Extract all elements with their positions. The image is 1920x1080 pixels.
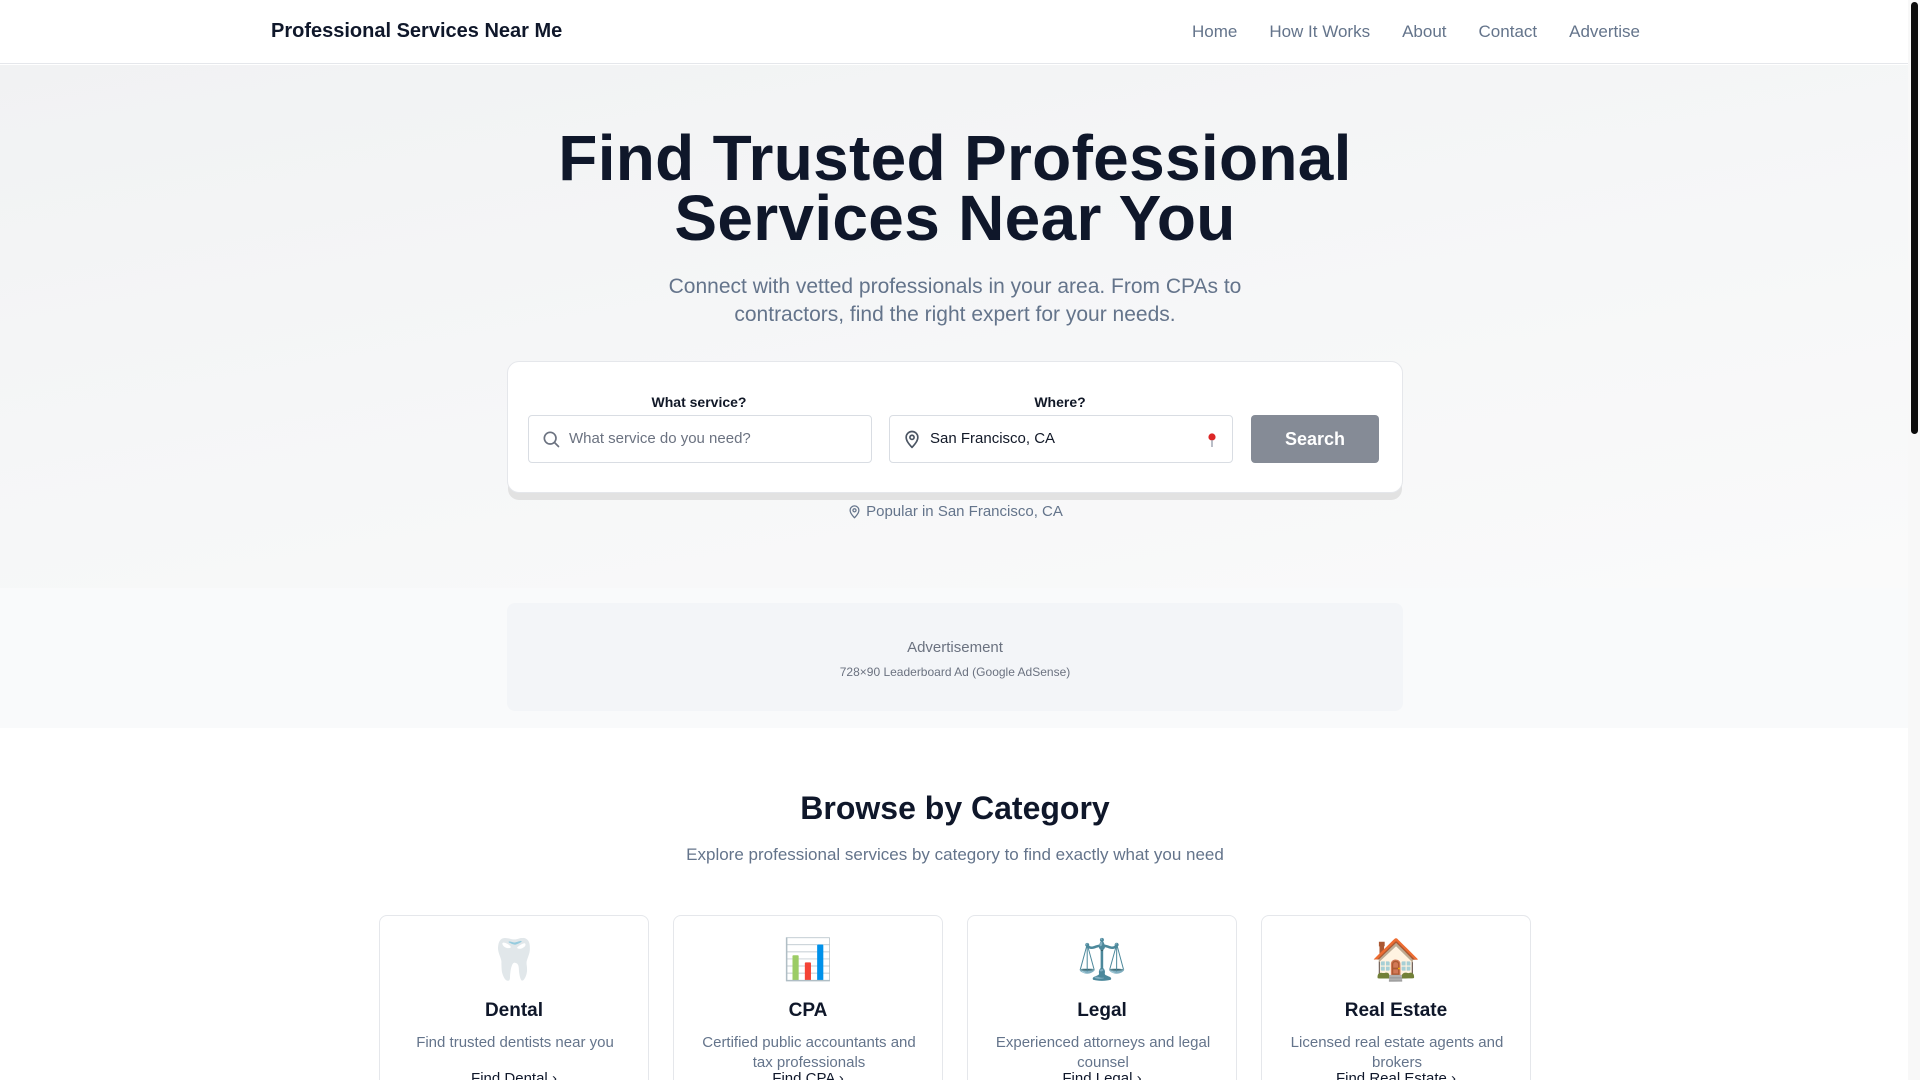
category-description: Experienced attorneys and legal counsel [995,1034,1211,1071]
category-link-label: Find Real Estate [1335,1070,1447,1080]
nav-contact[interactable]: Contact [1479,22,1538,42]
service-placeholder: What service do you need? [569,430,751,447]
category-link-label: Find Legal [1062,1070,1133,1080]
chevron-right-icon: › [1136,1070,1142,1080]
popular-text: Popular in San Francisco, CA [866,503,1063,520]
category-name: Dental [484,1000,544,1021]
map-pin-icon [905,430,919,449]
page-scrollbar[interactable] [1908,0,1920,1080]
nav-home[interactable]: Home [1192,22,1237,42]
tooth-icon: 🦷 [489,938,539,982]
nav-advertise[interactable]: Advertise [1569,22,1640,42]
location-value: San Francisco, CA [930,430,1056,447]
categories-title: Browse by Category [800,790,1110,826]
category-description: Certified public accountants and tax pro… [702,1034,916,1071]
service-label: What service? [651,394,747,410]
bar-chart-icon: 📊 [783,938,833,982]
category-link[interactable]: Find Dental › [380,1070,648,1080]
chevron-right-icon: › [1451,1070,1457,1080]
hero-title-line2: Services Near You [674,182,1236,254]
category-card-cpa[interactable]: 📊 CPA Certified public accountants and t… [673,915,943,1080]
location-label: Where? [1034,394,1086,410]
category-card-dental[interactable]: 🦷 Dental Find trusted dentists near you … [379,915,649,1080]
location-input[interactable]: San Francisco, CA [889,415,1233,463]
search-button[interactable]: Search [1251,415,1379,463]
use-current-location-icon[interactable] [1206,432,1218,448]
nav-how-it-works[interactable]: How It Works [1269,22,1370,42]
main-nav: Home How It Works About Contact Advertis… [1192,22,1640,42]
category-cards: 🦷 Dental Find trusted dentists near you … [379,915,1531,1080]
category-description: Licensed real estate agents and brokers [1290,1034,1504,1071]
map-pin-icon [849,505,860,519]
scales-icon: ⚖️ [1077,938,1127,982]
category-card-real-estate[interactable]: 🏠 Real Estate Licensed real estate agent… [1261,915,1531,1080]
house-icon: 🏠 [1371,938,1421,982]
category-link-label: Find CPA [772,1070,835,1080]
chevron-right-icon: › [838,1070,844,1080]
ad-section: Advertisement 728×90 Leaderboard Ad (Goo… [0,588,1908,728]
leaderboard-ad[interactable]: Advertisement 728×90 Leaderboard Ad (Goo… [507,603,1403,711]
hero-section: Find Trusted Professional Services Near … [0,65,1908,588]
category-link[interactable]: Find Real Estate › [1262,1070,1530,1080]
category-name: Legal [1077,1000,1127,1021]
category-link[interactable]: Find Legal › [968,1070,1236,1080]
search-card: What service? What service do you need? … [507,361,1403,493]
search-icon [543,431,560,448]
service-input[interactable]: What service do you need? [528,415,872,463]
chevron-right-icon: › [551,1070,557,1080]
category-description: Find trusted dentists near you [416,1034,614,1051]
scrollbar-thumb[interactable] [1911,2,1918,434]
ad-subtitle: 728×90 Leaderboard Ad (Google AdSense) [839,665,1071,679]
hero-subtitle: Connect with vetted professionals in you… [668,275,1242,326]
ad-title: Advertisement [907,639,1003,656]
category-link-label: Find Dental [471,1070,548,1080]
category-name: Real Estate [1344,1000,1448,1021]
category-name: CPA [788,1000,828,1021]
brand-logo[interactable]: Professional Services Near Me [271,20,562,43]
site-header: Professional Services Near Me Home How I… [0,0,1908,64]
hero-title: Find Trusted Professional Services Near … [0,126,1910,250]
nav-about[interactable]: About [1402,22,1446,42]
categories-subtitle: Explore professional services by categor… [686,845,1224,864]
popular-location: Popular in San Francisco, CA [0,503,1910,520]
category-card-legal[interactable]: ⚖️ Legal Experienced attorneys and legal… [967,915,1237,1080]
category-link[interactable]: Find CPA › [674,1070,942,1080]
